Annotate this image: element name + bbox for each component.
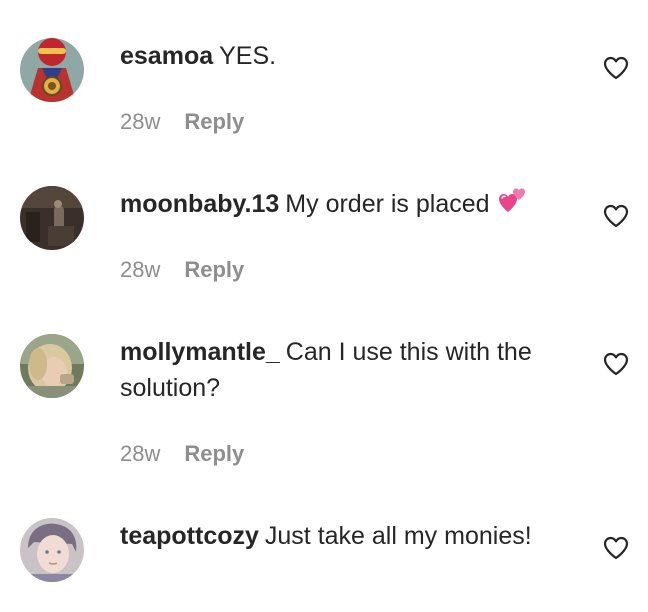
avatar[interactable] — [20, 186, 84, 250]
comment-timestamp[interactable]: 28w — [120, 441, 160, 466]
comment-username[interactable]: moonbaby.13 — [120, 190, 279, 218]
comment-timestamp[interactable]: 28w — [120, 109, 160, 134]
person-avatar-icon — [20, 518, 84, 582]
comment-username[interactable]: esamoa — [120, 42, 213, 70]
reply-button[interactable]: Reply — [184, 257, 244, 282]
blonde-person-avatar-icon — [20, 334, 84, 398]
superhero-avatar-icon — [20, 38, 84, 102]
heart-outline-icon[interactable] — [603, 56, 629, 80]
comment-username[interactable]: teapottcozy — [120, 522, 259, 550]
reply-button[interactable]: Reply — [184, 441, 244, 466]
dark-photo-avatar-icon — [20, 186, 84, 250]
comment-text: teapottcozy Just take all my monies! — [120, 518, 560, 554]
avatar[interactable] — [20, 518, 84, 582]
comment-body: YES. — [219, 42, 277, 70]
heart-outline-icon[interactable] — [603, 204, 629, 228]
heart-outline-icon[interactable] — [603, 536, 629, 560]
comment-text: moonbaby.13 My order is placed — [120, 186, 560, 224]
comment-meta: 28w Reply — [120, 108, 244, 136]
heart-outline-icon[interactable] — [603, 352, 629, 376]
comment-meta: 28w Reply — [120, 440, 244, 468]
reply-button[interactable]: Reply — [184, 109, 244, 134]
avatar[interactable] — [20, 334, 84, 398]
avatar[interactable] — [20, 38, 84, 102]
two-hearts-icon — [497, 186, 527, 224]
comment-username[interactable]: mollymantle_ — [120, 338, 280, 366]
comment-timestamp[interactable]: 28w — [120, 257, 160, 282]
comment-body: Just take all my monies! — [264, 522, 532, 550]
comment-body: My order is placed — [285, 190, 490, 218]
comment-meta: 28w Reply — [120, 256, 244, 284]
comment-text: mollymantle_ Can I use this with the solu… — [120, 334, 560, 406]
comment-text: esamoa YES. — [120, 38, 560, 74]
